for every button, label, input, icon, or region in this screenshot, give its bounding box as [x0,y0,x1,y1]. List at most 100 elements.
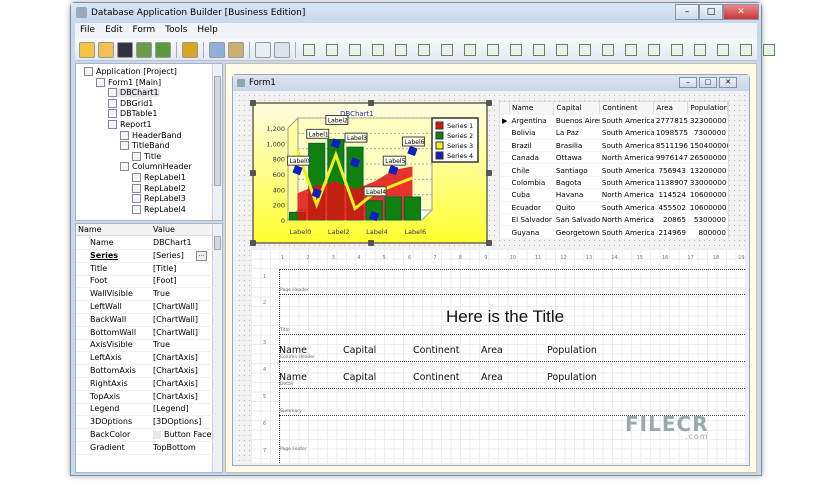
grid-cell[interactable]: 20865 [653,213,688,227]
grid-row[interactable]: Chile Santiago South America 756943 13200000 [500,163,728,177]
grid-cell[interactable]: Ecuador [509,201,554,215]
resize-handle[interactable] [250,100,256,106]
property-row[interactable]: Series [Series]... [76,250,214,263]
grid-column-header[interactable]: Population [687,102,729,115]
menu-tools[interactable]: Tools [160,23,192,37]
menu-edit[interactable]: Edit [100,23,127,37]
button-icon[interactable] [395,43,407,56]
edit-icon[interactable] [556,43,568,56]
grid-cell[interactable]: South America [599,163,654,177]
column-header-label[interactable]: Continent [413,345,459,356]
grid-column-header[interactable]: Name [509,102,555,115]
grid-icon[interactable] [602,43,614,56]
grid-row[interactable]: Bolivia La Paz South America 1098575 7300000 [500,126,728,140]
minimize-button[interactable]: – [675,4,699,20]
image-icon[interactable] [533,43,545,56]
new-icon[interactable] [79,41,95,58]
property-row[interactable]: Name DBChart1 [76,237,214,250]
grid-cell[interactable]: Havana [553,188,600,202]
detail-field[interactable]: Name [279,372,307,383]
property-row[interactable]: Foot [Foot] [76,275,214,289]
chart-icon[interactable] [326,43,338,56]
grid-cell[interactable]: South America [599,126,654,140]
tree-scrollbar[interactable] [212,64,222,220]
add-icon[interactable] [136,41,152,58]
detail-field[interactable]: Continent [413,372,459,383]
grid-cell[interactable]: North America [599,188,654,202]
grid-cell[interactable]: 114524 [653,188,688,202]
grid-cell[interactable]: Guyana [509,225,554,239]
grid-cell[interactable]: Ottawa [553,151,600,165]
grid-cell[interactable]: South America [599,139,654,153]
grid-cell[interactable]: South America [599,114,654,128]
paste-icon[interactable] [228,41,244,58]
navigator-icon[interactable] [579,43,591,56]
grid-cell[interactable]: Chile [509,163,554,177]
run-icon[interactable] [155,41,171,58]
page-icon[interactable] [255,41,271,58]
grid-row[interactable]: Guyana Georgetown South America 214969 80000… [500,225,728,239]
property-row[interactable]: WallVisible True [76,288,214,302]
tree-node[interactable]: HeaderBand [120,130,182,140]
grid-row[interactable]: ▶ Argentina Buenos Aires South America 27778… [500,114,728,128]
grid-cell[interactable]: Georgetown [553,225,600,239]
grid-cell[interactable]: Brasilia [553,139,600,153]
tree-node[interactable]: Form1 [Main] [96,77,161,87]
dbchart[interactable]: DBChart1 0 200 400 600 800 1,000 1,200 Label0 Lab… [250,100,492,246]
db-icon[interactable] [740,43,752,56]
project-tree[interactable]: Application [Project] Form1 [Main] DBChart… [75,63,223,221]
grid-row[interactable]: Colombia Bagota South America 1138907 330000… [500,176,728,190]
grid-cell[interactable]: Argentina [509,114,554,128]
bar-series-2[interactable] [384,196,402,221]
grid-cell[interactable]: 800000 [687,225,728,239]
property-row[interactable]: 3DOptions [3DOptions] [76,416,214,430]
grid-cell[interactable]: Brazil [509,139,554,153]
grid-cell[interactable]: Colombia [509,176,554,190]
grid-cell[interactable]: 13200000 [687,163,728,177]
grid-cell[interactable]: South America [599,201,654,215]
table-icon[interactable] [763,43,775,56]
resize-handle[interactable] [250,240,256,246]
property-row[interactable]: RightAxis [ChartAxis] [76,378,214,391]
column-header-label[interactable]: Capital [343,345,376,356]
preview-icon[interactable] [274,41,290,58]
ellipsis-button[interactable]: ... [196,250,207,261]
radio-icon[interactable] [372,43,384,56]
resize-handle[interactable] [486,100,492,106]
grid-cell[interactable]: Bagota [553,176,600,190]
grid-cell[interactable]: Santiago [553,163,600,177]
form-link-icon[interactable] [717,43,729,56]
checkbox-icon[interactable] [349,43,361,56]
grid-cell[interactable]: 10600000 [687,201,728,215]
grid-cell[interactable]: La Paz [553,126,600,140]
tree-node[interactable]: Application [Project] [84,67,177,76]
grid-cell[interactable]: 1138907 [653,176,688,190]
grid-row[interactable]: Brazil Brasilia South America 8511196 150400… [500,139,728,153]
property-row[interactable]: Gradient TopBottom [76,442,214,455]
dbgrid[interactable]: Name Capital Continent Area Population ▶ Argen… [499,101,729,239]
grid-cell[interactable]: Cuba [509,188,554,202]
property-row[interactable]: AxisVisible True [76,339,214,353]
spin-icon[interactable] [418,43,430,56]
resize-handle[interactable] [368,100,374,106]
report-title-label[interactable]: Here is the Title [446,307,564,327]
property-row[interactable]: BackColor Button Face [76,429,214,442]
label-icon[interactable] [303,43,315,56]
form-maximize-button[interactable]: □ [699,77,717,88]
property-row[interactable]: LeftAxis [ChartAxis] [76,352,214,366]
grid-cell[interactable]: Canada [509,151,554,165]
detail-field[interactable]: Population [547,372,597,383]
tab-icon[interactable] [487,43,499,56]
tree-node[interactable]: RepLabel4 [132,204,186,214]
grid-row[interactable]: Ecuador Quito South America 455502 10600000 [500,201,728,215]
menu-file[interactable]: File [75,23,100,37]
property-row[interactable]: BottomWall [ChartWall] [76,327,214,340]
grid-cell[interactable]: 756943 [653,163,688,177]
column-header-label[interactable]: Name [279,345,307,356]
resize-handle[interactable] [250,170,256,176]
memo-icon[interactable] [510,43,522,56]
tree-node[interactable]: RepLabel3 [132,194,186,204]
property-row[interactable]: Legend [Legend] [76,403,214,417]
grid-cell[interactable]: 5300000 [687,213,728,227]
tree-node[interactable]: RepLabel2 [132,183,186,193]
